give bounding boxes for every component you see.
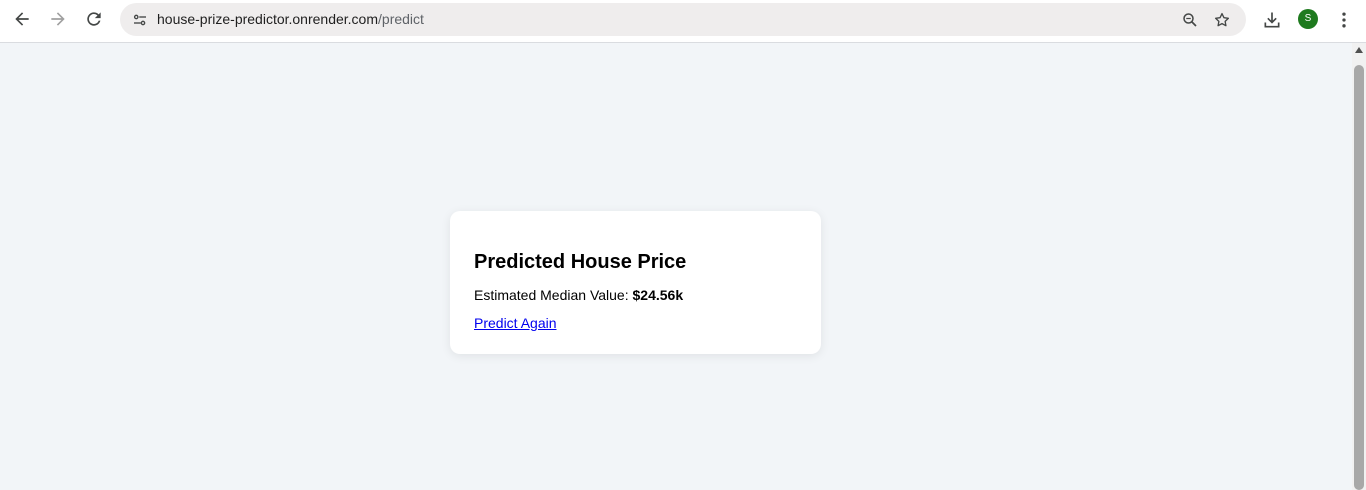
site-info-icon [133, 14, 146, 26]
more-vert-icon [1342, 12, 1346, 28]
site-info-button[interactable] [126, 6, 154, 34]
reload-button[interactable] [79, 5, 109, 33]
forward-arrow-icon [51, 12, 65, 26]
downloads-button[interactable] [1258, 6, 1286, 34]
download-icon [1264, 12, 1280, 28]
estimate-line: Estimated Median Value: $24.56k [474, 287, 683, 303]
back-arrow-icon [15, 12, 29, 26]
browser-menu-button[interactable] [1330, 6, 1358, 34]
back-button[interactable] [7, 5, 37, 33]
predict-again-link[interactable]: Predict Again [474, 315, 557, 331]
zoom-button[interactable] [1177, 7, 1203, 33]
estimate-value: $24.56k [632, 287, 684, 303]
zoom-icon [1183, 13, 1197, 27]
result-card: Predicted House Price Estimated Median V… [450, 211, 821, 354]
estimate-label: Estimated Median Value: [474, 287, 633, 303]
result-title: Predicted House Price [474, 251, 687, 273]
scroll-up-arrow-icon[interactable] [1355, 47, 1363, 53]
address-bar[interactable]: house-prize-predictor.onrender.com/predi… [120, 3, 1246, 36]
bookmark-star-icon [1214, 12, 1230, 27]
forward-button[interactable] [43, 5, 73, 33]
scroll-thumb[interactable] [1354, 65, 1364, 490]
bookmark-button[interactable] [1209, 7, 1235, 33]
url-path: /predict [378, 11, 424, 27]
profile-avatar[interactable]: S [1298, 9, 1318, 29]
url-text[interactable]: house-prize-predictor.onrender.com/predi… [157, 11, 424, 28]
browser-toolbar: house-prize-predictor.onrender.com/predi… [0, 0, 1366, 43]
url-host: house-prize-predictor.onrender.com [157, 11, 379, 27]
reload-icon [87, 12, 101, 26]
vertical-scrollbar[interactable] [1352, 43, 1366, 490]
